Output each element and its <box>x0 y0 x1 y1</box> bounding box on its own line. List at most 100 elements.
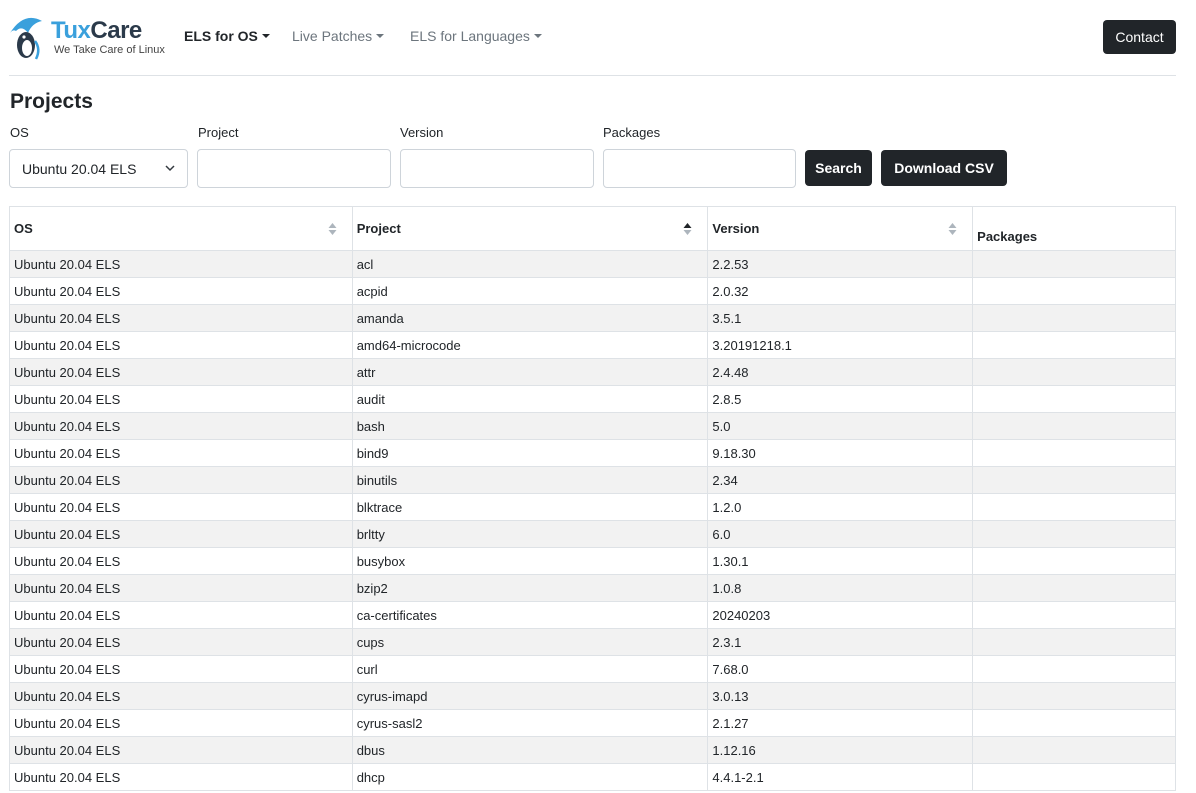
cell-version: 2.3.1 <box>707 628 974 656</box>
cell-packages <box>972 439 1176 467</box>
table-row: Ubuntu 20.04 ELS busybox 1.30.1 <box>9 547 1176 575</box>
sort-arrows-icon <box>948 223 957 235</box>
cell-project: audit <box>351 385 709 413</box>
sort-arrows-icon <box>328 223 337 235</box>
cell-version: 1.30.1 <box>707 547 974 575</box>
cell-version: 6.0 <box>707 520 974 548</box>
cell-os: Ubuntu 20.04 ELS <box>9 736 353 764</box>
cell-version: 1.2.0 <box>707 493 974 521</box>
cell-packages <box>972 547 1176 575</box>
cell-project: binutils <box>351 466 709 494</box>
nav-els-for-os-label: ELS for OS <box>184 28 258 44</box>
table-row: Ubuntu 20.04 ELS attr 2.4.48 <box>9 358 1176 386</box>
brand-tagline: We Take Care of Linux <box>54 44 165 56</box>
cell-packages <box>972 304 1176 332</box>
brand-name: TuxCare <box>51 17 142 44</box>
cell-version: 2.34 <box>707 466 974 494</box>
navbar-divider <box>9 75 1176 76</box>
column-header-label: Version <box>712 221 760 236</box>
cell-version: 2.4.48 <box>707 358 974 386</box>
cell-os: Ubuntu 20.04 ELS <box>9 250 353 278</box>
column-header-label: OS <box>14 221 33 236</box>
nav-els-for-languages-label: ELS for Languages <box>410 28 530 44</box>
column-header-project[interactable]: Project <box>351 206 709 251</box>
cell-version: 2.8.5 <box>707 385 974 413</box>
cell-project: amd64-microcode <box>351 331 709 359</box>
nav-live-patches-label: Live Patches <box>292 28 373 44</box>
cell-project: dhcp <box>351 763 709 791</box>
table-row: Ubuntu 20.04 ELS amd64-microcode 3.2019121… <box>9 331 1176 359</box>
cell-packages <box>972 763 1176 791</box>
cell-packages <box>972 628 1176 656</box>
download-csv-button[interactable]: Download CSV <box>881 150 1007 186</box>
cell-version: 2.0.32 <box>707 277 974 305</box>
caret-down-icon <box>261 34 270 38</box>
table-row: Ubuntu 20.04 ELS blktrace 1.2.0 <box>9 493 1176 521</box>
cell-project: cups <box>351 628 709 656</box>
cell-packages <box>972 277 1176 305</box>
cell-project: curl <box>351 655 709 683</box>
column-header-os[interactable]: OS <box>9 206 353 251</box>
tuxcare-logo[interactable]: TuxCare We Take Care of Linux <box>8 13 168 63</box>
cell-packages <box>972 520 1176 548</box>
table-row: Ubuntu 20.04 ELS cyrus-imapd 3.0.13 <box>9 682 1176 710</box>
cell-version: 3.5.1 <box>707 304 974 332</box>
cell-packages <box>972 358 1176 386</box>
cell-version: 5.0 <box>707 412 974 440</box>
table-row: Ubuntu 20.04 ELS audit 2.8.5 <box>9 385 1176 413</box>
navbar: TuxCare We Take Care of Linux ELS for OS… <box>0 0 1196 76</box>
column-header-packages: Packages <box>972 206 1176 251</box>
nav-els-for-languages[interactable]: ELS for Languages <box>410 28 542 44</box>
table-row: Ubuntu 20.04 ELS acpid 2.0.32 <box>9 277 1176 305</box>
cell-packages <box>972 493 1176 521</box>
cell-os: Ubuntu 20.04 ELS <box>9 628 353 656</box>
cell-packages <box>972 412 1176 440</box>
table-body: Ubuntu 20.04 ELS acl 2.2.53 Ubuntu 20.04 EL… <box>9 250 1176 791</box>
table-row: Ubuntu 20.04 ELS amanda 3.5.1 <box>9 304 1176 332</box>
cell-os: Ubuntu 20.04 ELS <box>9 466 353 494</box>
cell-project: acpid <box>351 277 709 305</box>
os-select[interactable]: Ubuntu 20.04 ELS <box>9 149 188 188</box>
cell-os: Ubuntu 20.04 ELS <box>9 601 353 629</box>
table-row: Ubuntu 20.04 ELS acl 2.2.53 <box>9 250 1176 278</box>
cell-os: Ubuntu 20.04 ELS <box>9 277 353 305</box>
cell-os: Ubuntu 20.04 ELS <box>9 331 353 359</box>
cell-project: busybox <box>351 547 709 575</box>
cell-project: attr <box>351 358 709 386</box>
cell-project: bzip2 <box>351 574 709 602</box>
cell-os: Ubuntu 20.04 ELS <box>9 763 353 791</box>
cell-version: 4.4.1-2.1 <box>707 763 974 791</box>
page-title: Projects <box>10 90 93 113</box>
cell-project: amanda <box>351 304 709 332</box>
contact-button[interactable]: Contact <box>1103 20 1176 54</box>
project-input[interactable] <box>197 149 391 188</box>
projects-table: OS Project Version Packages Ubuntu 20.04… <box>9 206 1176 791</box>
nav-live-patches[interactable]: Live Patches <box>292 28 385 44</box>
table-row: Ubuntu 20.04 ELS dhcp 4.4.1-2.1 <box>9 763 1176 791</box>
nav-els-for-os[interactable]: ELS for OS <box>184 28 270 44</box>
packages-input[interactable] <box>603 149 796 188</box>
os-select-value: Ubuntu 20.04 ELS <box>22 160 137 177</box>
cell-packages <box>972 709 1176 737</box>
cell-os: Ubuntu 20.04 ELS <box>9 412 353 440</box>
cell-packages <box>972 655 1176 683</box>
chevron-down-icon <box>165 165 175 172</box>
table-row: Ubuntu 20.04 ELS brltty 6.0 <box>9 520 1176 548</box>
column-header-version[interactable]: Version <box>707 206 974 251</box>
cell-os: Ubuntu 20.04 ELS <box>9 520 353 548</box>
table-row: Ubuntu 20.04 ELS cyrus-sasl2 2.1.27 <box>9 709 1176 737</box>
cell-packages <box>972 574 1176 602</box>
version-input[interactable] <box>400 149 594 188</box>
table-row: Ubuntu 20.04 ELS cups 2.3.1 <box>9 628 1176 656</box>
cell-os: Ubuntu 20.04 ELS <box>9 304 353 332</box>
cell-version: 1.0.8 <box>707 574 974 602</box>
table-row: Ubuntu 20.04 ELS binutils 2.34 <box>9 466 1176 494</box>
cell-os: Ubuntu 20.04 ELS <box>9 709 353 737</box>
cell-version: 2.2.53 <box>707 250 974 278</box>
cell-os: Ubuntu 20.04 ELS <box>9 682 353 710</box>
cell-os: Ubuntu 20.04 ELS <box>9 493 353 521</box>
cell-os: Ubuntu 20.04 ELS <box>9 385 353 413</box>
search-button[interactable]: Search <box>805 150 872 186</box>
cell-project: cyrus-imapd <box>351 682 709 710</box>
cell-version: 9.18.30 <box>707 439 974 467</box>
